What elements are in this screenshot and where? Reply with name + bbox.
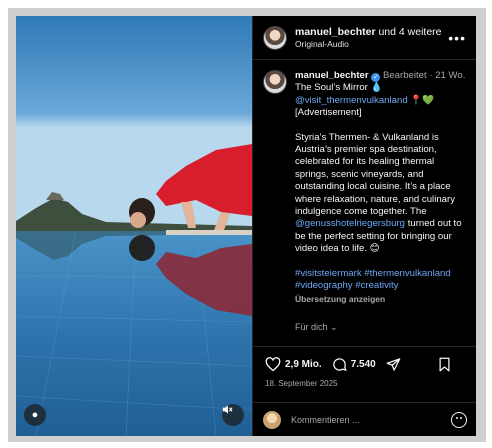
post-modal: ● manuel_bechter und 4 weitere Original-… <box>16 16 476 436</box>
comment-count: 7.540 <box>350 358 376 370</box>
tag-emojis: 📍💚 <box>410 94 435 106</box>
paper-plane-icon <box>386 357 401 371</box>
chevron-down-icon: ⌄ <box>330 321 338 332</box>
user-icon: ● <box>31 409 39 421</box>
translate-link[interactable]: Übersetzung anzeigen <box>295 293 466 305</box>
post-age: 21 Wo. <box>435 70 466 81</box>
video-frame-illustration <box>16 16 252 436</box>
caption-tag-line: @visit_thermenvulkanland 📍💚 <box>295 95 466 107</box>
post-date: 18. September 2025 <box>265 379 338 388</box>
speaker-muted-icon <box>222 405 233 414</box>
like-count: 2,9 Mio. <box>285 358 322 370</box>
heart-icon <box>265 356 281 371</box>
caption-body: manuel_bechter ✓ Bearbeitet · 21 Wo. The… <box>295 70 466 346</box>
comment-bubble-icon <box>333 357 347 371</box>
share-button[interactable] <box>386 357 405 372</box>
bookmark-icon <box>439 357 450 371</box>
caption-title: The Soul’s Mirror 💧 <box>295 82 383 94</box>
mention-link[interactable]: @genusshotelriegersburg <box>295 218 405 229</box>
emoji-picker-icon[interactable] <box>451 411 467 428</box>
post-video[interactable]: ● <box>16 16 252 436</box>
save-button[interactable] <box>438 357 455 372</box>
for-you-label: Für dich <box>295 321 328 332</box>
more-options-icon[interactable]: ••• <box>448 30 466 46</box>
mute-toggle-button[interactable] <box>222 404 244 426</box>
comment-input[interactable]: Kommentieren ... <box>291 415 451 425</box>
caption-avatar[interactable] <box>263 70 287 94</box>
comment-bar: Kommentieren ... <box>253 402 476 436</box>
viewer-avatar <box>263 410 281 429</box>
header-text: manuel_bechter und 4 weitere Original-Au… <box>295 26 448 50</box>
caption-username[interactable]: manuel_bechter <box>295 70 369 81</box>
caption-meta: manuel_bechter ✓ Bearbeitet · 21 Wo. <box>295 70 466 82</box>
header-username[interactable]: manuel_bechter <box>295 26 376 38</box>
post-header: manuel_bechter und 4 weitere Original-Au… <box>253 16 476 60</box>
caption-paragraph: Styria’s Thermen- & Vulkanland is Austri… <box>295 132 466 256</box>
tagged-users-button[interactable]: ● <box>24 404 46 426</box>
comment-button[interactable]: 7.540 <box>332 357 376 372</box>
dot-separator: · <box>429 70 433 81</box>
action-row: 2,9 Mio. 7.540 <box>265 353 465 375</box>
for-you-dropdown[interactable]: Für dich ⌄ <box>295 321 466 333</box>
verified-badge-icon: ✓ <box>371 73 381 82</box>
header-collab[interactable]: und 4 weitere <box>378 26 441 38</box>
action-bar: 2,9 Mio. 7.540 18. September 2025 <box>253 346 476 402</box>
caption-section: manuel_bechter ✓ Bearbeitet · 21 Wo. The… <box>253 60 476 346</box>
caption-text-1: Styria’s Thermen- & Vulkanland is Austri… <box>295 131 455 218</box>
header-author[interactable]: manuel_bechter und 4 weitere <box>295 26 448 38</box>
tagged-account-link[interactable]: @visit_thermenvulkanland <box>295 95 408 106</box>
author-avatar[interactable] <box>263 25 287 50</box>
post-details-panel: manuel_bechter und 4 weitere Original-Au… <box>252 16 476 436</box>
advertisement-label: [Advertisement] <box>295 107 362 119</box>
edited-label: Bearbeitet <box>382 70 427 81</box>
like-button[interactable]: 2,9 Mio. <box>265 356 322 372</box>
hashtags-link[interactable]: #visitsteiermark #thermenvulkanland #vid… <box>295 268 466 293</box>
audio-label[interactable]: Original-Audio <box>295 38 448 50</box>
